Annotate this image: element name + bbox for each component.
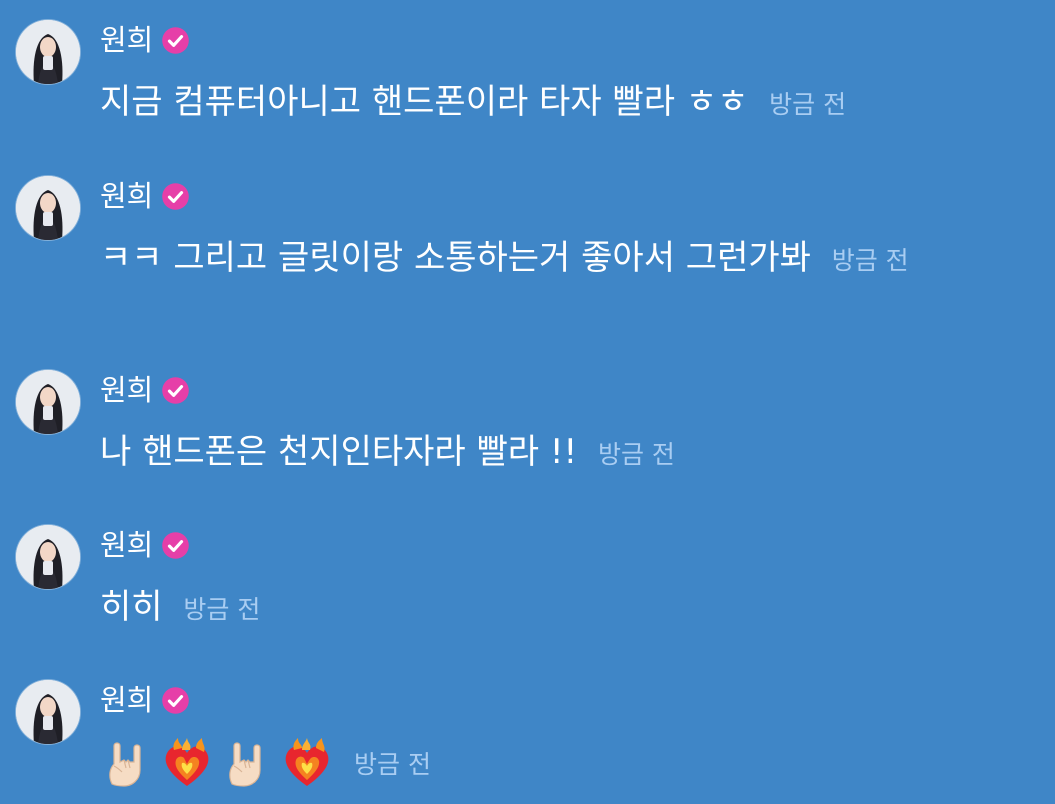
sender-row: 원희 [100,20,190,60]
sender-row: 원희 [100,176,190,216]
message-timestamp: 방금 전 [354,750,431,779]
chat-message: 원희 ㅋㅋ 그리고 글릿이랑 소통하는거 좋아서 그런가봐 방금 전 [0,176,1055,326]
avatar-photo [16,20,80,84]
avatar[interactable] [16,176,80,240]
avatar[interactable] [16,20,80,84]
avatar-photo [16,176,80,240]
message-body: 히히 방금 전 [100,583,1000,634]
message-timestamp: 방금 전 [831,246,909,275]
sender-name: 원희 [100,23,154,57]
avatar[interactable] [16,370,80,434]
heart-on-fire-emoji [280,736,334,790]
chat-message: 원희 나 핸드폰은 천지인타자라 빨라 !! 방금 전 [0,370,1055,480]
message-timestamp: 방금 전 [597,440,675,469]
chat-message-list: 원희 지금 컴퓨터아니고 핸드폰이라 타자 빨라 ㅎㅎ 방금 전 원희 ㅋㅋ 그… [0,0,1055,804]
avatar[interactable] [16,525,80,589]
heart-on-fire-emoji [160,736,214,790]
message-body: 나 핸드폰은 천지인타자라 빨라 !! 방금 전 [100,428,1000,479]
sender-name: 원희 [100,683,154,717]
sign-of-the-horns-emoji [220,736,274,790]
message-text: 히히 [100,587,163,627]
sender-row: 원희 [100,525,190,565]
sender-row: 원희 [100,370,190,410]
message-text: 나 핸드폰은 천지인타자라 빨라 !! [100,432,578,472]
sender-name: 원희 [100,528,154,562]
sender-name: 원희 [100,373,154,407]
chat-message: 원희 히히 방금 전 [0,525,1055,635]
emoji-message-body: 방금 전 [100,736,431,790]
verified-badge-icon [161,182,190,211]
message-body: 지금 컴퓨터아니고 핸드폰이라 타자 빨라 ㅎㅎ 방금 전 [100,78,1000,129]
avatar-photo [16,370,80,434]
avatar-photo [16,525,80,589]
message-timestamp: 방금 전 [769,90,847,119]
verified-badge-icon [161,531,190,560]
message-text: 지금 컴퓨터아니고 핸드폰이라 타자 빨라 ㅎㅎ [100,82,749,122]
message-timestamp: 방금 전 [183,595,261,624]
sign-of-the-horns-emoji [100,736,154,790]
chat-message: 원희 방금 전 [0,680,1055,800]
avatar-photo [16,680,80,744]
message-body: ㅋㅋ 그리고 글릿이랑 소통하는거 좋아서 그런가봐 방금 전 [100,234,1000,285]
verified-badge-icon [161,376,190,405]
chat-message: 원희 지금 컴퓨터아니고 핸드폰이라 타자 빨라 ㅎㅎ 방금 전 [0,20,1055,130]
message-text: ㅋㅋ 그리고 글릿이랑 소통하는거 좋아서 그런가봐 [100,238,811,278]
avatar[interactable] [16,680,80,744]
verified-badge-icon [161,686,190,715]
sender-row: 원희 [100,680,190,720]
sender-name: 원희 [100,179,154,213]
verified-badge-icon [161,26,190,55]
